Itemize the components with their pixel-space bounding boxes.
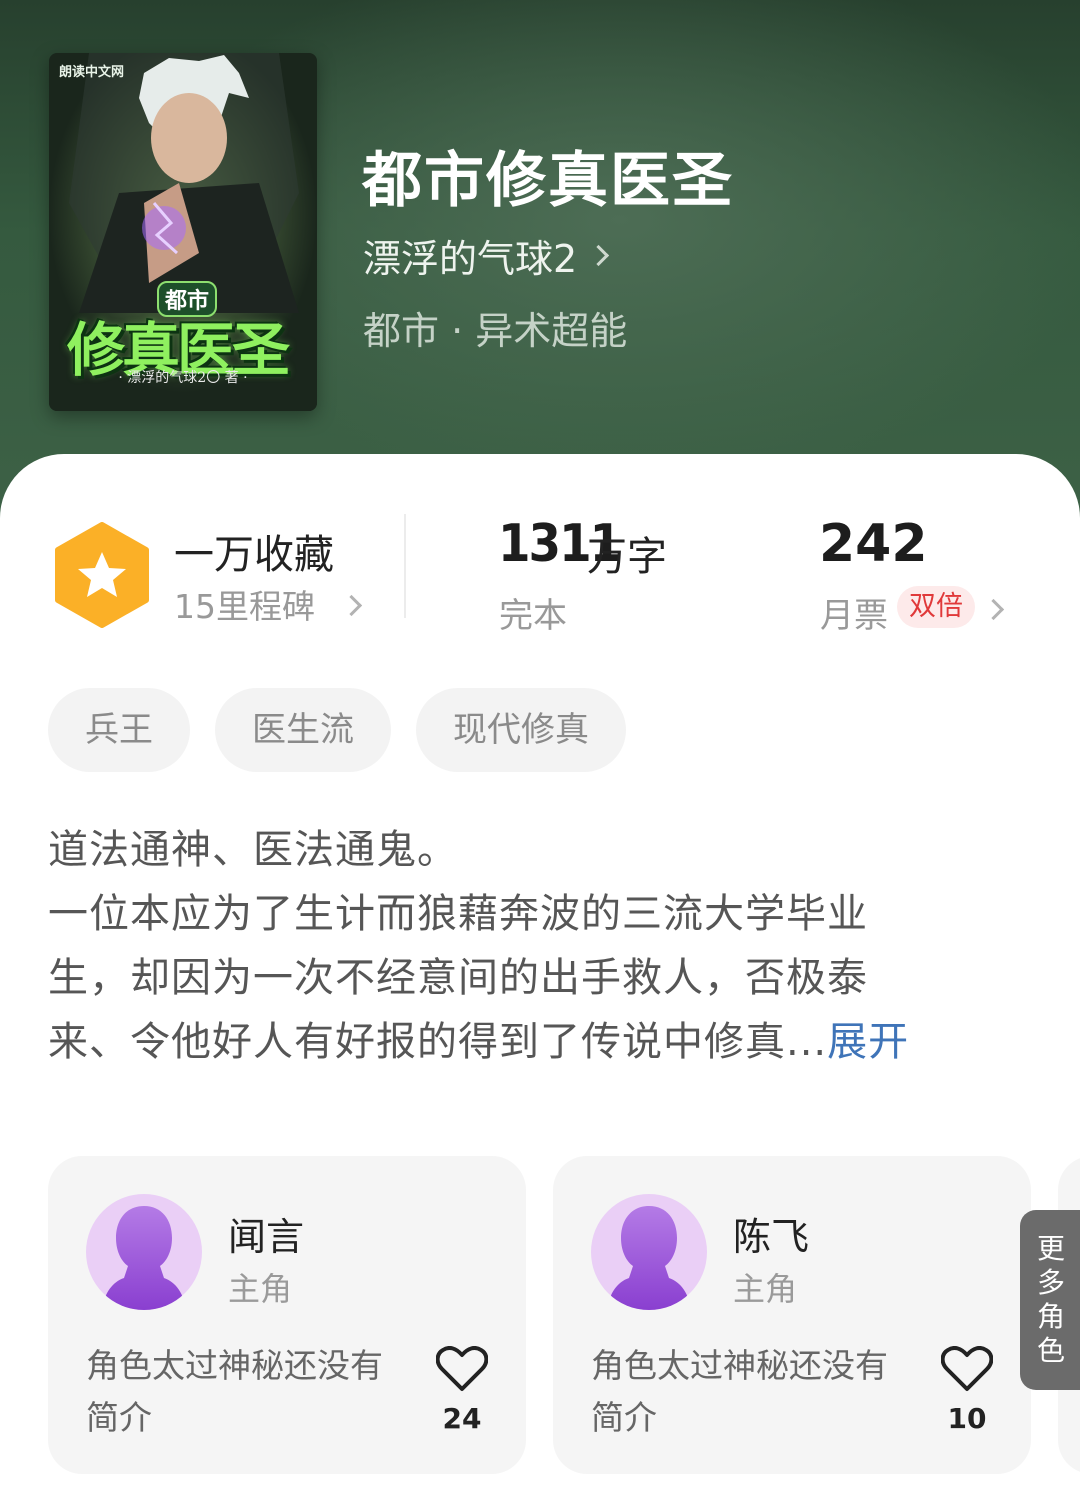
tag-chip[interactable]: 兵王 [48,688,190,772]
book-status: 完本 [499,596,567,636]
user-silhouette-icon [86,1194,202,1310]
author-link[interactable]: 漂浮的气球2 [363,228,610,283]
chevron-right-icon [340,594,363,617]
character-card[interactable]: 陈飞 主角 角色太过神秘还没有简介 10 [553,1156,1031,1474]
character-card[interactable]: 闻言 主角 角色太过神秘还没有简介 24 [48,1156,526,1474]
double-votes-badge: 双倍 [897,586,975,628]
like-count: 10 [947,1402,987,1435]
favorites-label: 一万收藏 [174,532,334,578]
heart-icon[interactable] [941,1346,993,1392]
like-count: 24 [442,1402,482,1435]
tag-chip[interactable]: 医生流 [215,688,391,772]
star-hexagon-icon [55,522,149,628]
character-name: 陈飞 [733,1215,810,1259]
character-role: 主角 [228,1270,293,1308]
milestone-label: 15里程碑 [174,587,315,626]
character-description: 角色太过神秘还没有简介 [591,1346,888,1437]
description-last-line: 来、令他好人有好报的得到了传说中修真...展开 [48,1010,998,1074]
book-description: 道法通神、医法通鬼。 一位本应为了生计而狼藉奔波的三流大学毕业 生，却因为一次不… [48,818,998,1074]
description-line: 来、令他好人有好报的得到了传说中修真... [48,1019,828,1065]
heart-icon[interactable] [436,1346,488,1392]
book-title: 都市修真医圣 [362,146,734,216]
monthly-votes-count: 242 [819,514,928,574]
chevron-right-icon [588,244,610,267]
author-name: 漂浮的气球2 [363,237,578,281]
book-header: 朗读中文网 都市 修真医圣 · 漂浮的气球2〇 著 · 都市修真医圣 漂浮的气球… [0,0,1080,520]
cover-brand-logo: 朗读中文网 [59,65,125,80]
character-description: 角色太过神秘还没有简介 [86,1346,383,1437]
stat-divider [404,514,406,618]
character-name: 闻言 [228,1215,305,1259]
expand-link[interactable]: 展开 [827,1019,909,1065]
word-count-unit: 万字 [587,534,667,580]
tag-chip[interactable]: 现代修真 [416,688,626,772]
stats-row: 一万收藏 15里程碑 1311 万字 完本 242 月票 双倍 [0,508,1080,638]
description-line: 道法通神、医法通鬼。 [48,827,458,873]
character-role: 主角 [733,1270,798,1308]
tag-list: 兵王 医生流 现代修真 [48,688,651,772]
more-characters-button[interactable]: 更多角色 [1020,1210,1080,1390]
description-line: 一位本应为了生计而狼藉奔波的三流大学毕业 [48,891,868,937]
monthly-votes-label: 月票 [820,596,888,636]
user-silhouette-icon [591,1194,707,1310]
more-characters-label: 更多角色 [1036,1232,1065,1367]
description-line: 生，却因为一次不经意间的出手救人，否极泰 [48,955,868,1001]
cover-author: · 漂浮的气球2〇 著 · [118,370,248,386]
book-cover[interactable]: 朗读中文网 都市 修真医圣 · 漂浮的气球2〇 著 · [49,53,317,411]
book-genre: 都市 · 异术超能 [363,309,628,353]
chevron-right-icon [982,598,1005,621]
